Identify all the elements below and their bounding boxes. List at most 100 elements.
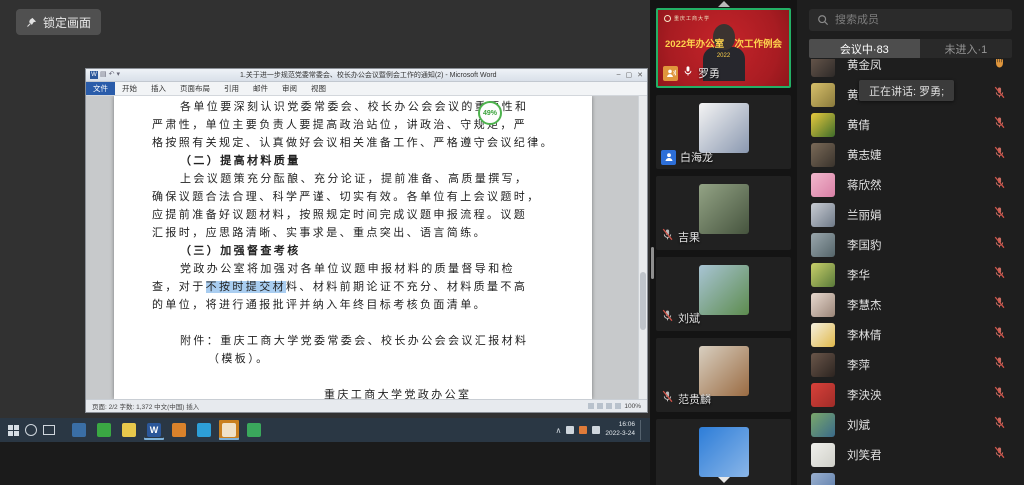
document-line: 党政办公室将加强对各单位议题申报材料的质量督导和检 xyxy=(152,260,564,278)
participant-avatar xyxy=(811,413,835,437)
tray-ime-icon[interactable] xyxy=(579,426,587,434)
tab-not-joined[interactable]: 未进入·1 xyxy=(920,39,1012,58)
university-logo-icon xyxy=(664,15,671,22)
taskbar-app-file-explorer[interactable] xyxy=(119,420,139,440)
taskbar-app-word-app[interactable]: W xyxy=(144,420,164,440)
participant-row[interactable]: 黄志婕 xyxy=(797,140,1024,170)
document-line: 严肃性，单位主要负责人要提高政治站位，讲政治、守规矩，严 xyxy=(152,116,564,134)
search-box[interactable] xyxy=(809,9,1012,31)
muted-mic-icon xyxy=(993,86,1006,104)
audio-person-badge-icon xyxy=(661,150,676,165)
participant-avatar xyxy=(811,353,835,377)
document-line: （三）加强督查考核 xyxy=(152,242,564,260)
participant-row[interactable]: 黄倩 xyxy=(797,110,1024,140)
document-page[interactable]: 各单位要深刻认识党委常委会、校长办公会会议的重要性和严肃性，单位主要负责人要提高… xyxy=(114,96,592,399)
taskbar-app-meeting-app[interactable] xyxy=(219,420,239,440)
word-document-area: 各单位要深刻认识党委常委会、校长办公会会议的重要性和严肃性，单位主要负责人要提高… xyxy=(86,96,647,399)
participant-name: 刘斌 xyxy=(847,417,870,433)
participant-name: 李华 xyxy=(847,267,870,283)
video-thumbnails-panel: 重庆工商大学 2022年办公室 次工作例会 2022 xyxy=(650,0,797,485)
maximize-button[interactable]: ▢ xyxy=(626,71,633,79)
participant-row[interactable]: 蒋欣然 xyxy=(797,170,1024,200)
save-icon[interactable]: ▤ xyxy=(100,71,107,79)
ribbon-tab-2[interactable]: 插入 xyxy=(144,82,173,95)
lock-screen-label: 锁定画面 xyxy=(43,14,91,31)
tray-icon[interactable] xyxy=(566,426,574,434)
video-tile[interactable] xyxy=(656,419,791,485)
participant-avatar xyxy=(811,203,835,227)
participant-row[interactable]: 黄金凤 xyxy=(797,59,1024,80)
close-button[interactable]: ✕ xyxy=(637,71,643,79)
active-speaker-tile[interactable]: 重庆工商大学 2022年办公室 次工作例会 2022 xyxy=(656,8,791,88)
participant-row[interactable]: 李林倩 xyxy=(797,320,1024,350)
document-line xyxy=(152,368,564,386)
view-button[interactable] xyxy=(588,403,594,409)
view-button[interactable] xyxy=(597,403,603,409)
taskbar-app-app-lightblue[interactable] xyxy=(194,420,214,440)
zoom-level[interactable]: 100% xyxy=(624,403,641,410)
participant-row[interactable]: 李国豹 xyxy=(797,230,1024,260)
taskbar-app-app-orange[interactable] xyxy=(169,420,189,440)
participant-row[interactable]: 李慧杰 xyxy=(797,290,1024,320)
ribbon-tab-1[interactable]: 开始 xyxy=(115,82,144,95)
meeting-app-window: W ▤ ↶ ▾ 1.关于进一步规范党委常委会、校长办公会议暨例会工作的通知(2)… xyxy=(0,0,1024,485)
ribbon-tab-6[interactable]: 审阅 xyxy=(275,82,304,95)
word-titlebar[interactable]: W ▤ ↶ ▾ 1.关于进一步规范党委常委会、校长办公会议暨例会工作的通知(2)… xyxy=(86,69,647,82)
participant-video-avatar xyxy=(699,265,749,315)
participant-row[interactable]: 刘斌 xyxy=(797,410,1024,440)
vertical-scrollbar[interactable] xyxy=(638,96,647,399)
search-members-input[interactable] xyxy=(835,14,1004,26)
app-orange-icon xyxy=(172,423,186,437)
video-tile[interactable]: 刘斌 xyxy=(656,257,791,331)
video-tile[interactable]: 范贵麟 xyxy=(656,338,791,412)
participant-avatar xyxy=(811,293,835,317)
participant-row[interactable]: 李萍 xyxy=(797,350,1024,380)
scroll-down-arrow-icon[interactable] xyxy=(718,477,730,483)
show-desktop-button[interactable] xyxy=(640,420,644,440)
ribbon-tab-7[interactable]: 视图 xyxy=(304,82,333,95)
scroll-up-arrow-icon[interactable] xyxy=(718,1,730,7)
tab-in-meeting[interactable]: 会议中·83 xyxy=(809,39,920,58)
tray-date: 2022-3-24 xyxy=(605,430,635,439)
participant-row[interactable]: 刘笑君 xyxy=(797,440,1024,470)
minimize-button[interactable]: – xyxy=(617,71,621,79)
muted-mic-icon xyxy=(661,390,674,408)
taskbar-app-app-blue[interactable] xyxy=(69,420,89,440)
tray-expand-icon[interactable]: ∧ xyxy=(556,426,562,435)
lock-screen-button[interactable]: 锁定画面 xyxy=(16,9,101,35)
participant-row[interactable]: 兰丽娟 xyxy=(797,200,1024,230)
muted-mic-icon xyxy=(993,386,1006,404)
taskbar-app-app-teal[interactable] xyxy=(244,420,264,440)
tray-icon[interactable] xyxy=(592,426,600,434)
task-view-icon[interactable] xyxy=(43,425,55,435)
search-circle-icon[interactable] xyxy=(25,424,37,436)
status-info: 页面: 2/2 字数: 1,372 中文(中国) 插入 xyxy=(92,401,199,411)
participant-avatar xyxy=(811,143,835,167)
pin-icon xyxy=(26,17,37,28)
muted-mic-icon xyxy=(661,309,674,327)
view-button[interactable] xyxy=(606,403,612,409)
ribbon-tab-file[interactable]: 文件 xyxy=(86,82,115,95)
participant-row[interactable]: 李泱泱 xyxy=(797,380,1024,410)
participant-avatar xyxy=(811,233,835,257)
ribbon-tab-3[interactable]: 页面布局 xyxy=(173,82,217,95)
view-button[interactable] xyxy=(615,403,621,409)
video-tile[interactable]: 吉果 xyxy=(656,176,791,250)
status-right-controls: 100% xyxy=(588,403,641,410)
undo-icon[interactable]: ↶ xyxy=(109,71,115,79)
video-tile[interactable]: 白海龙 xyxy=(656,95,791,169)
participant-avatar xyxy=(811,263,835,287)
slide-banner-title: 2022年办公室 次工作例会 xyxy=(658,36,789,50)
start-button[interactable] xyxy=(8,425,19,436)
taskbar-clock[interactable]: 16:06 2022-3-24 xyxy=(605,421,635,439)
taskbar-app-app-green[interactable] xyxy=(94,420,114,440)
panel-resize-handle[interactable] xyxy=(651,247,654,279)
participant-row[interactable] xyxy=(797,470,1024,485)
participant-name: 李林倩 xyxy=(847,327,882,343)
ribbon-tab-4[interactable]: 引用 xyxy=(217,82,246,95)
participant-row[interactable]: 李华 xyxy=(797,260,1024,290)
document-line: 汇报时，应思路清晰、实事求是、重点突出、语言简练。 xyxy=(152,224,564,242)
ribbon-tab-5[interactable]: 邮件 xyxy=(246,82,275,95)
quick-access-toolbar: W ▤ ↶ ▾ xyxy=(90,71,120,79)
scrollbar-thumb[interactable] xyxy=(640,272,646,330)
